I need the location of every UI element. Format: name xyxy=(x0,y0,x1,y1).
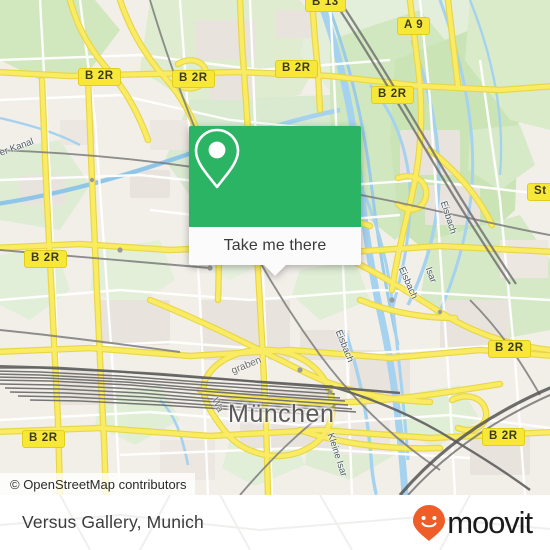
map-city-label: München xyxy=(228,400,335,428)
road-shield-b2r-3[interactable]: B 2R xyxy=(275,60,318,78)
moovit-pin-smile-icon xyxy=(413,504,446,541)
road-shield-b2r-8[interactable]: B 2R xyxy=(482,428,525,446)
place-name: Versus Gallery, Munich xyxy=(22,512,204,532)
footer-bar: Versus Gallery, Munich moovit xyxy=(0,495,550,550)
road-shield-b2r-5[interactable]: B 2R xyxy=(24,250,67,268)
osm-attribution[interactable]: © OpenStreetMap contributors xyxy=(0,473,195,495)
moovit-wordmark: moovit xyxy=(447,505,533,540)
popup-header xyxy=(189,126,361,227)
take-me-there-button[interactable]: Take me there xyxy=(189,227,361,276)
osm-attribution-text: © OpenStreetMap contributors xyxy=(10,476,187,492)
popup-pointer xyxy=(264,265,286,276)
road-shield-b2r-6[interactable]: B 2R xyxy=(488,340,531,358)
road-shield-a9[interactable]: A 9 xyxy=(397,17,431,35)
road-shield-b2r-2[interactable]: B 2R xyxy=(172,70,215,88)
road-shield-b2r-7[interactable]: B 2R xyxy=(22,430,65,448)
road-shield-b13[interactable]: B 13 xyxy=(305,0,346,12)
location-popup[interactable]: Take me there xyxy=(189,126,361,276)
moovit-logo[interactable]: moovit xyxy=(412,504,533,542)
road-shield-b2r-1[interactable]: B 2R xyxy=(78,68,121,86)
map-canvas[interactable]: München er Kanal Eisbach Eisbach Isar Ei… xyxy=(0,0,550,495)
map-pin-icon xyxy=(194,128,240,189)
road-shield-st2[interactable]: St 2 xyxy=(527,183,550,201)
screenshot-root: München er Kanal Eisbach Eisbach Isar Ei… xyxy=(0,0,550,550)
take-me-there-label: Take me there xyxy=(223,237,327,254)
road-shield-b2r-4[interactable]: B 2R xyxy=(371,86,414,104)
